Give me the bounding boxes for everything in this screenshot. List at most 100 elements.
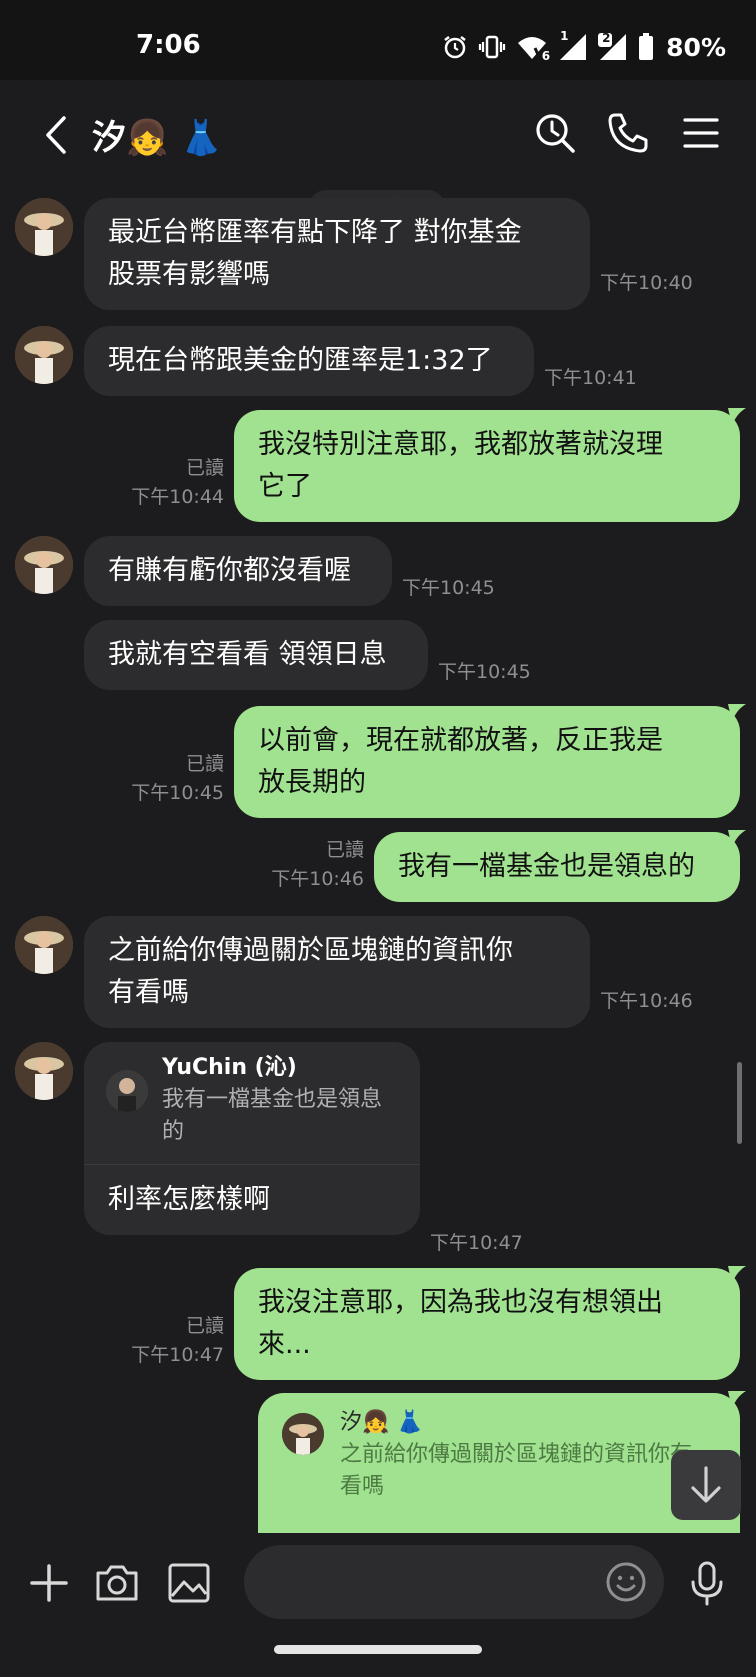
status-bar: 7:06 6 1 2 80% bbox=[0, 0, 756, 80]
message-bubble[interactable]: 之前給你傳過關於區塊鏈的資訊你 有看嗎 bbox=[84, 916, 590, 1028]
read-receipt: 已讀 bbox=[185, 1315, 224, 1337]
gallery-button[interactable] bbox=[164, 1558, 214, 1608]
battery-icon bbox=[638, 33, 654, 61]
message-text-line: 利率怎麼樣啊 bbox=[108, 1184, 270, 1215]
phone-icon bbox=[608, 113, 648, 153]
message-bubble[interactable]: 以前會，現在就都放著，反正我是 放長期的 bbox=[234, 706, 740, 818]
message-bubble-with-reply[interactable]: YuChin (沁) 我有一檔基金也是領息 的 利率怎麼樣啊 bbox=[84, 1042, 420, 1235]
read-receipt: 已讀 bbox=[325, 839, 364, 861]
quoted-text-line: 我有一檔基金也是領息 bbox=[162, 1087, 383, 1112]
avatar[interactable] bbox=[15, 1042, 73, 1100]
sim2-label: 2 bbox=[602, 31, 611, 45]
sim1-label: 1 bbox=[560, 29, 569, 43]
scrollbar[interactable] bbox=[737, 1062, 742, 1144]
message-bubble[interactable]: 我沒特別注意耶，我都放著就沒理 它了 bbox=[234, 410, 740, 522]
back-icon bbox=[46, 116, 66, 154]
search-icon bbox=[536, 114, 575, 153]
message-bubble[interactable]: 最近台幣匯率有點下降了 對你基金 股票有影響嗎 bbox=[84, 198, 590, 310]
message-text-line: 有賺有虧你都沒看喔 bbox=[108, 555, 351, 586]
menu-icon bbox=[683, 118, 719, 148]
avatar[interactable] bbox=[15, 326, 73, 384]
message-time: 下午10:46 bbox=[600, 990, 693, 1012]
signal-icon: 2 bbox=[598, 31, 628, 61]
camera-icon bbox=[96, 1565, 138, 1601]
chat-header: 汐👧 👗 bbox=[0, 80, 756, 190]
message-text-line: 有看嗎 bbox=[108, 977, 189, 1008]
alarm-icon bbox=[442, 34, 468, 60]
message-text-line: 現在台幣跟美金的匯率是1:32了 bbox=[108, 345, 493, 376]
message-text-line: 股票有影響嗎 bbox=[108, 259, 270, 290]
read-receipt: 已讀 bbox=[185, 457, 224, 479]
image-icon bbox=[168, 1563, 210, 1603]
vibrate-icon bbox=[478, 34, 506, 60]
message-time: 下午10:45 bbox=[402, 577, 495, 599]
message-time: 下午10:44 bbox=[131, 486, 224, 508]
message-input-bar bbox=[0, 1533, 756, 1677]
message-text-line: 我有一檔基金也是領息的 bbox=[398, 851, 695, 882]
message-text-line: 我就有空看看 領領日息 bbox=[108, 639, 387, 670]
wifi-icon: 6 bbox=[516, 33, 551, 63]
quoted-avatar bbox=[282, 1413, 324, 1455]
bubble-tail bbox=[728, 704, 746, 722]
camera-button[interactable] bbox=[92, 1558, 142, 1608]
message-text-line: 來... bbox=[258, 1329, 311, 1360]
message-time: 下午10:45 bbox=[438, 661, 531, 683]
message-bubble[interactable]: 有賺有虧你都沒看喔 bbox=[84, 536, 392, 606]
quoted-avatar bbox=[106, 1070, 148, 1112]
message-bubble[interactable]: 我就有空看看 領領日息 bbox=[84, 620, 428, 690]
message-list[interactable]: 3月1日 週五 最近台幣匯率有點下降了 對你基金 股票有影響嗎 下午10:40 … bbox=[0, 190, 756, 1533]
message-text-line: 它了 bbox=[258, 471, 312, 502]
chat-title[interactable]: 汐👧 👗 bbox=[92, 110, 223, 159]
microphone-icon bbox=[691, 1561, 723, 1606]
battery-percentage: 80% bbox=[666, 32, 726, 62]
message-text-line: 最近台幣匯率有點下降了 對你基金 bbox=[108, 217, 522, 248]
avatar[interactable] bbox=[15, 536, 73, 594]
message-time: 下午10:41 bbox=[544, 367, 637, 389]
message-time: 下午10:47 bbox=[430, 1232, 523, 1254]
message-bubble[interactable]: 現在台幣跟美金的匯率是1:32了 bbox=[84, 326, 534, 396]
message-time: 下午10:40 bbox=[600, 272, 693, 294]
message-text-line: 放長期的 bbox=[258, 767, 366, 798]
signal-icon: 1 bbox=[558, 29, 588, 61]
status-time: 7:06 bbox=[136, 30, 201, 60]
read-receipt: 已讀 bbox=[185, 753, 224, 775]
chat-screen: 7:06 6 1 2 80% 汐👧 👗 最近台幣匯率有點下降了 對你基金 股票有… bbox=[0, 0, 756, 1677]
avatar[interactable] bbox=[15, 916, 73, 974]
menu-button[interactable] bbox=[676, 108, 726, 158]
bubble-tail bbox=[728, 408, 746, 426]
avatar[interactable] bbox=[15, 198, 73, 256]
back-button[interactable] bbox=[36, 110, 76, 160]
message-bubble[interactable]: 我有一檔基金也是領息的 bbox=[374, 832, 740, 902]
quoted-text-line: 看嗎 bbox=[340, 1474, 385, 1499]
emoji-icon[interactable] bbox=[602, 1558, 650, 1606]
message-text-line: 之前給你傳過關於區塊鏈的資訊你 bbox=[108, 935, 513, 966]
search-button[interactable] bbox=[530, 108, 580, 158]
bubble-tail bbox=[728, 1266, 746, 1284]
add-button[interactable] bbox=[24, 1558, 74, 1608]
message-text-line: 我沒特別注意耶，我都放著就沒理 bbox=[258, 429, 663, 460]
scroll-to-bottom-button[interactable] bbox=[671, 1450, 741, 1520]
voice-button[interactable] bbox=[682, 1558, 732, 1608]
quoted-sender: 汐👧 👗 bbox=[340, 1410, 424, 1435]
arrow-down-icon bbox=[691, 1466, 721, 1503]
quoted-text-line: 之前給你傳過關於區塊鏈的資訊你有 bbox=[340, 1442, 693, 1467]
call-button[interactable] bbox=[603, 108, 653, 158]
message-input[interactable] bbox=[244, 1545, 664, 1619]
message-bubble-with-reply[interactable]: 汐👧 👗 之前給你傳過關於區塊鏈的資訊你有 看嗎 bbox=[258, 1393, 740, 1533]
quoted-message[interactable]: YuChin (沁) 我有一檔基金也是領息 的 bbox=[84, 1052, 420, 1165]
message-time: 下午10:45 bbox=[131, 782, 224, 804]
plus-icon bbox=[30, 1564, 68, 1602]
wifi-generation-label: 6 bbox=[541, 49, 551, 63]
message-bubble[interactable]: 我沒注意耶，因為我也沒有想領出 來... bbox=[234, 1268, 740, 1380]
bubble-tail bbox=[728, 830, 746, 848]
message-text-line: 以前會，現在就都放著，反正我是 bbox=[258, 725, 663, 756]
home-indicator[interactable] bbox=[274, 1645, 482, 1654]
bubble-tail bbox=[728, 1391, 746, 1409]
status-icons: 6 1 2 80% bbox=[442, 29, 726, 64]
message-time: 下午10:47 bbox=[131, 1344, 224, 1366]
message-time: 下午10:46 bbox=[271, 868, 364, 890]
quoted-sender: YuChin (沁) bbox=[162, 1055, 297, 1080]
quoted-text-line: 的 bbox=[162, 1119, 185, 1144]
message-text-line: 我沒注意耶，因為我也沒有想領出 bbox=[258, 1287, 663, 1318]
quoted-message[interactable]: 汐👧 👗 之前給你傳過關於區塊鏈的資訊你有 看嗎 bbox=[282, 1407, 716, 1503]
